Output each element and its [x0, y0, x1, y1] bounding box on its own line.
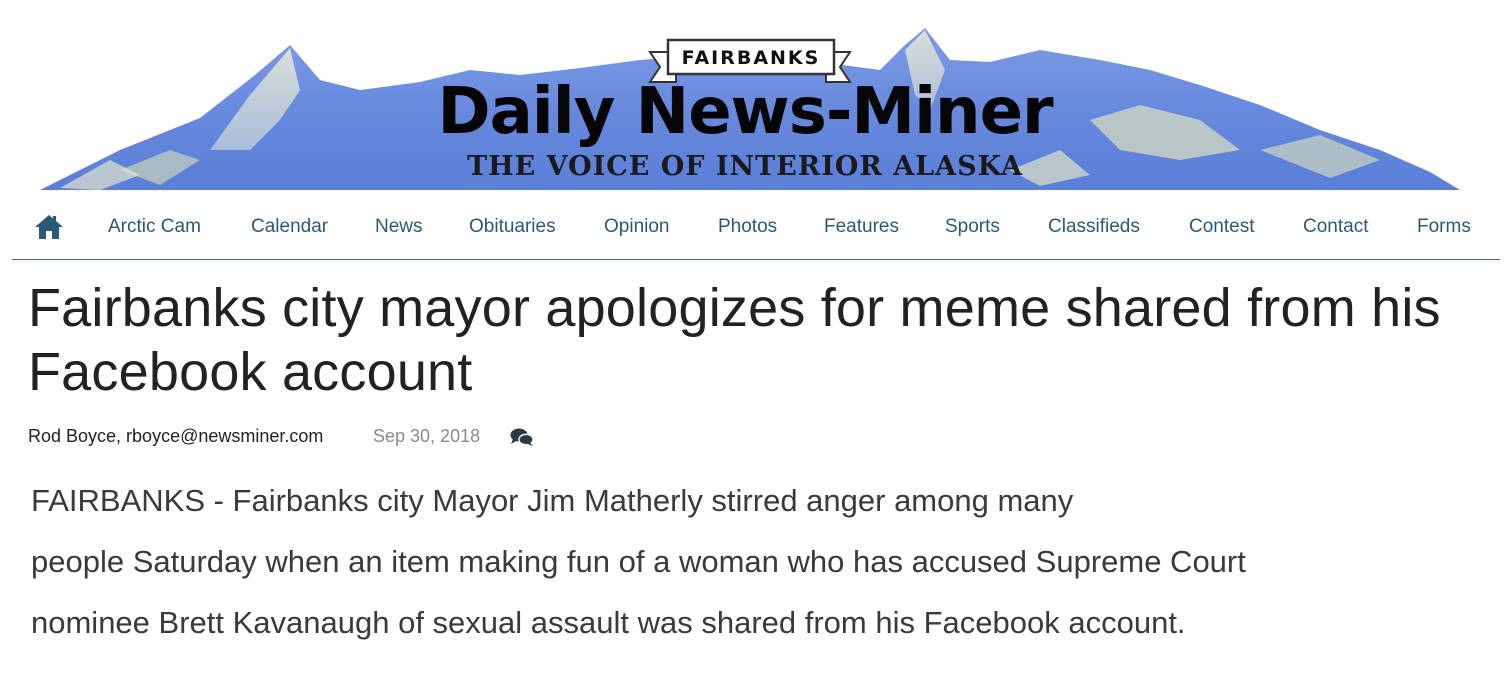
masthead-mountains-image: FAIRBANKS Daily News-Miner THE VOICE OF … — [40, 28, 1460, 190]
masthead-title: Daily News-Miner — [437, 75, 1054, 149]
nav-item-contact[interactable]: Contact — [1303, 216, 1368, 238]
article-headline: Fairbanks city mayor apologizes for meme… — [28, 278, 1441, 402]
nav-item-photos[interactable]: Photos — [718, 216, 777, 238]
nav-item-sports[interactable]: Sports — [945, 216, 1000, 238]
article-lede-line: people Saturday when an item making fun … — [31, 544, 1246, 579]
main-nav: Arctic Cam Calendar News Obituaries Opin… — [12, 198, 1500, 260]
nav-item-opinion[interactable]: Opinion — [604, 216, 670, 238]
masthead-eyebrow: FAIRBANKS — [682, 47, 821, 69]
nav-item-calendar[interactable]: Calendar — [251, 216, 328, 238]
article-lede: FAIRBANKS - Fairbanks city Mayor Jim Mat… — [31, 470, 1491, 653]
nav-item-news[interactable]: News — [375, 216, 423, 238]
home-icon[interactable] — [34, 214, 64, 240]
nav-item-contest[interactable]: Contest — [1189, 216, 1254, 238]
nav-item-forms[interactable]: Forms — [1417, 216, 1471, 238]
masthead-tagline: THE VOICE OF INTERIOR ALASKA — [467, 151, 1023, 182]
nav-item-features[interactable]: Features — [824, 216, 899, 238]
article-lede-line: FAIRBANKS - Fairbanks city Mayor Jim Mat… — [31, 483, 1074, 518]
article-date: Sep 30, 2018 — [373, 426, 481, 446]
nav-item-classifieds[interactable]: Classifieds — [1048, 216, 1140, 238]
masthead[interactable]: FAIRBANKS Daily News-Miner THE VOICE OF … — [0, 0, 1512, 196]
nav-item-arctic-cam[interactable]: Arctic Cam — [108, 216, 201, 238]
comments-icon[interactable] — [510, 427, 534, 447]
article-lede-line: nominee Brett Kavanaugh of sexual assaul… — [31, 605, 1186, 640]
article-byline[interactable]: Rod Boyce, rboyce@newsminer.com — [28, 426, 323, 447]
nav-item-obituaries[interactable]: Obituaries — [469, 216, 556, 238]
